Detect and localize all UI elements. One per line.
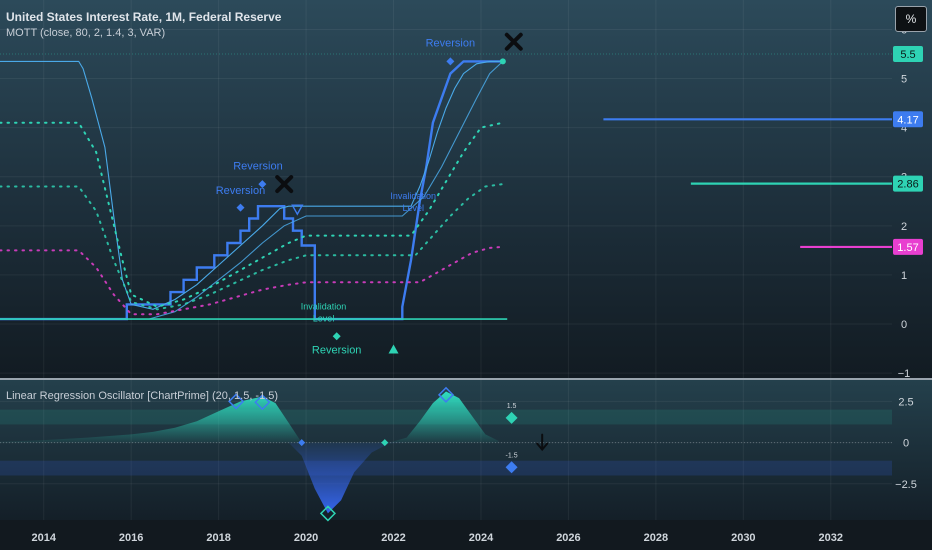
- y-tick-label: 5: [901, 74, 907, 86]
- x-tick-label: 2028: [644, 532, 668, 544]
- y-tick-label: 0: [901, 319, 907, 331]
- osc-y-tick-label: 0: [903, 438, 909, 450]
- x-tick-label: 2032: [819, 532, 843, 544]
- y-tick-label: 2: [901, 221, 907, 233]
- annotation-6: Invalidation: [390, 191, 436, 201]
- x-tick-label: 2018: [206, 532, 230, 544]
- price-tag-text-3: 1.57: [897, 242, 918, 254]
- panel-separator: [0, 378, 932, 380]
- price-tag-text-0: 5.5: [900, 49, 915, 61]
- x-tick-label: 2022: [381, 532, 405, 544]
- threshold-label-1: -1.5: [506, 452, 518, 459]
- threshold-label-0: 1.5: [507, 403, 517, 410]
- lower-zone: [0, 460, 892, 476]
- x-tick-label: 2024: [469, 532, 494, 544]
- y-tick-label: −1: [898, 368, 911, 380]
- chart-title: United States Interest Rate, 1M, Federal…: [6, 10, 282, 24]
- x-tick-label: 2026: [556, 532, 580, 544]
- annotation-2: Reversion: [426, 38, 476, 50]
- annotation-7: Level: [402, 203, 424, 213]
- x-tick-label: 2030: [731, 532, 755, 544]
- annotation-0: Reversion: [233, 160, 283, 172]
- indicator-legend: MOTT (close, 80, 2, 1.4, 3, VAR): [6, 27, 166, 39]
- last-point-dot: [499, 58, 506, 65]
- annotation-4: Invalidation: [301, 301, 347, 311]
- y-tick-label: 1: [901, 270, 907, 282]
- osc-y-tick-label: −2.5: [895, 479, 917, 491]
- chart-canvas: 1.5 -1.5 Reversion Reversion Reversion Revers…: [0, 0, 932, 550]
- oscillator-legend: Linear Regression Oscillator [ChartPrime…: [6, 390, 279, 402]
- main-panel-background: [0, 0, 932, 378]
- x-tick-label: 2014: [31, 532, 56, 544]
- annotation-5: Level: [313, 314, 335, 324]
- x-tick-label: 2016: [119, 532, 143, 544]
- annotation-3: Reversion: [312, 344, 362, 356]
- osc-y-tick-label: 2.5: [898, 396, 913, 408]
- price-tag-text-2: 2.86: [897, 179, 918, 191]
- x-tick-label: 2020: [294, 532, 318, 544]
- unit-button[interactable]: %: [895, 6, 927, 32]
- annotation-1: Reversion: [216, 185, 266, 197]
- price-tag-text-1: 4.17: [897, 114, 918, 126]
